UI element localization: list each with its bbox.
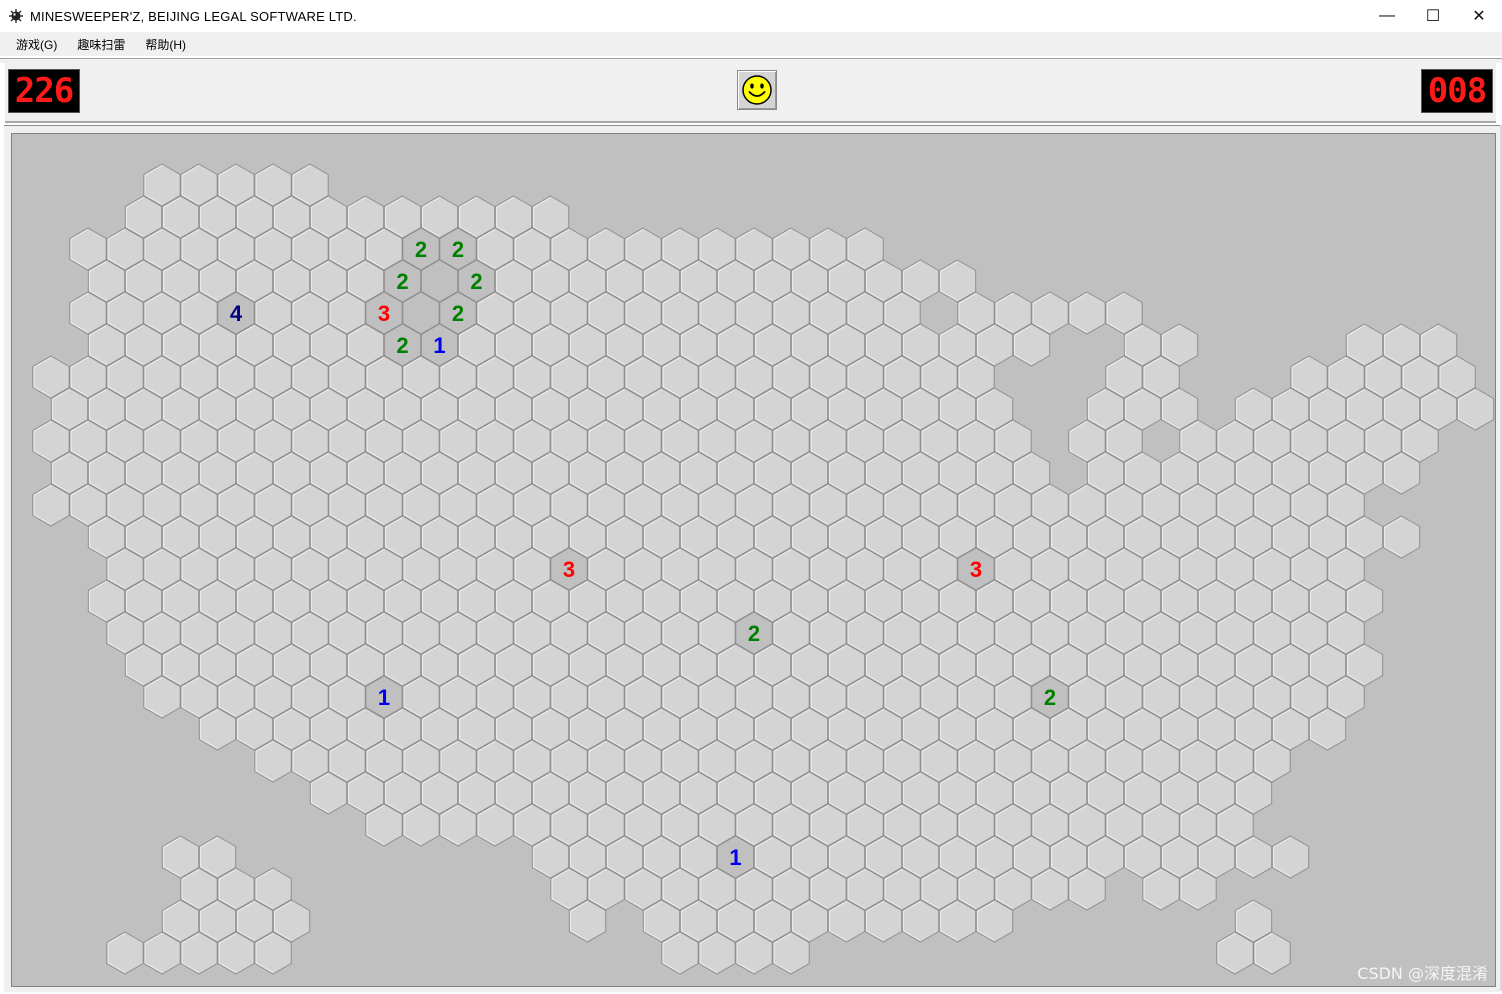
minimize-button[interactable]: — <box>1364 0 1410 32</box>
window-title: MINESWEEPER'Z, BEIJING LEGAL SOFTWARE LT… <box>30 8 357 24</box>
menu-bar: 游戏(G) 趣味扫雷 帮助(H) <box>0 32 1502 56</box>
minefield: 222243221332121 <box>11 133 1496 987</box>
cell-number: 1 <box>433 333 445 358</box>
menu-fun-minesweeper[interactable]: 趣味扫雷 <box>67 36 135 53</box>
window-controls: — ☐ ✕ <box>1364 0 1502 32</box>
status-panel: 226 008 <box>5 63 1496 123</box>
maximize-button[interactable]: ☐ <box>1410 0 1456 32</box>
menu-game[interactable]: 游戏(G) <box>0 36 67 53</box>
smiley-face-icon <box>742 75 772 105</box>
hex-cell[interactable] <box>106 931 144 975</box>
cell-number: 1 <box>729 845 741 870</box>
cell-number: 1 <box>378 685 390 710</box>
cell-number: 2 <box>415 237 427 262</box>
cell-number: 2 <box>1044 685 1056 710</box>
close-button[interactable]: ✕ <box>1456 0 1502 32</box>
mine-icon <box>9 9 23 23</box>
cell-number: 2 <box>452 237 464 262</box>
title-bar: MINESWEEPER'Z, BEIJING LEGAL SOFTWARE LT… <box>0 0 1502 32</box>
new-game-smiley-button[interactable] <box>737 70 777 110</box>
cell-number: 3 <box>970 557 982 582</box>
hex-grid[interactable]: 2 22 24 3 22 13 321 21 <box>12 134 1495 986</box>
cell-number: 2 <box>470 269 482 294</box>
cell-number: 2 <box>396 269 408 294</box>
hex-cell[interactable] <box>1068 291 1106 335</box>
cell-number: 2 <box>396 333 408 358</box>
cell-number: 3 <box>563 557 575 582</box>
timer-counter: 008 <box>1421 69 1493 113</box>
menu-help[interactable]: 帮助(H) <box>135 36 196 53</box>
cell-number: 2 <box>748 621 760 646</box>
cell-number: 2 <box>452 301 464 326</box>
cell-number: 3 <box>378 301 390 326</box>
mine-counter: 226 <box>8 69 80 113</box>
watermark: CSDN @深度混淆 <box>1357 964 1488 983</box>
board-frame: 222243221332121 <box>4 125 1500 992</box>
hex-cell[interactable] <box>1271 835 1310 879</box>
hex-cell[interactable] <box>1382 515 1421 559</box>
cell-number: 4 <box>230 301 243 326</box>
